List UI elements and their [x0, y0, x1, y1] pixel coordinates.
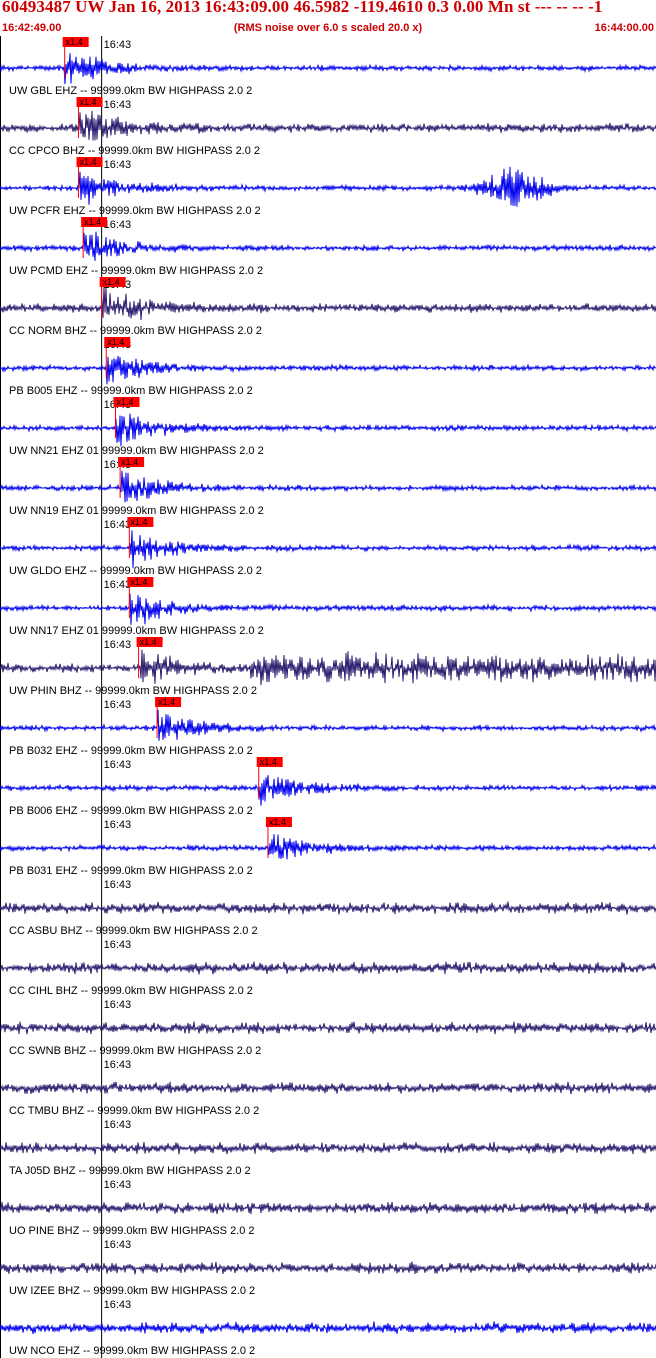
waveform-trace — [0, 1321, 656, 1334]
waveform-trace — [0, 709, 656, 741]
waveform-trace — [0, 649, 656, 686]
pick-label: x1.4 — [260, 757, 277, 767]
trace-label: CC TMBU BHZ -- 99999.0km BW HIGHPASS 2.0… — [9, 1105, 259, 1117]
trace-label: PB B006 EHZ -- 99999.0km BW HIGHPASS 2.0… — [9, 805, 253, 817]
minute-label: 16:43 — [104, 159, 132, 171]
waveform-trace — [0, 355, 656, 385]
waveform-trace — [0, 1021, 656, 1035]
minute-label: 16:43 — [104, 879, 132, 891]
minute-label: 16:43 — [104, 639, 132, 651]
trace-label: UW NCO EHZ -- 99999.0km BW HIGHPASS 2.0 … — [9, 1345, 255, 1357]
waveform-trace — [0, 110, 656, 141]
minute-label: 16:43 — [104, 699, 132, 711]
waveform-trace — [0, 593, 656, 625]
pick-label: x1.4 — [121, 457, 138, 467]
trace-label: UW PCFR EHZ -- 99999.0km BW HIGHPASS 2.0… — [9, 205, 261, 217]
trace-label: CC CPCO BHZ -- 99999.0km BW HIGHPASS 2.0… — [9, 145, 260, 157]
waveform-trace — [0, 775, 656, 806]
minute-label: 16:43 — [104, 1179, 132, 1191]
pick-label: x1.4 — [130, 577, 147, 587]
trace-label: UW PHIN BHZ -- 99999.0km BW HIGHPASS 2.0… — [9, 685, 257, 697]
minute-label: 16:43 — [104, 939, 132, 951]
waveform-trace — [0, 231, 656, 261]
trace-label: CC NORM BHZ -- 99999.0km BW HIGHPASS 2.0… — [9, 325, 262, 337]
trace-label: CC ASBU BHZ -- 99999.0km BW HIGHPASS 2.0… — [9, 925, 258, 937]
pick-label: x1.4 — [80, 97, 97, 107]
minute-label: 16:43 — [104, 999, 132, 1011]
minute-label: 16:43 — [104, 1059, 132, 1071]
waveform-trace — [0, 53, 656, 85]
minute-label: 16:43 — [104, 1239, 132, 1251]
waveform-trace — [0, 1081, 656, 1095]
waveform-trace — [0, 530, 656, 569]
minute-label: 16:43 — [104, 579, 132, 591]
waveform-trace — [0, 1141, 656, 1155]
pick-label: x1.4 — [84, 217, 101, 227]
minute-label: 16:43 — [104, 819, 132, 831]
pick-label: x1.4 — [116, 397, 133, 407]
minute-label: 16:43 — [104, 99, 132, 111]
waveform-trace — [0, 166, 656, 207]
trace-label: PB B005 EHZ -- 99999.0km BW HIGHPASS 2.0… — [9, 385, 253, 397]
waveform-trace — [0, 901, 656, 915]
trace-label: UW IZEE BHZ -- 99999.0km BW HIGHPASS 2.0… — [9, 1285, 255, 1297]
noise-note: (RMS noise over 6.0 s scaled 20.0 x) — [233, 22, 423, 34]
pick-label: x1.4 — [103, 277, 120, 287]
pick-label: x1.4 — [158, 697, 175, 707]
trace-label: TA J05D BHZ -- 99999.0km BW HIGHPASS 2.0… — [9, 1165, 251, 1177]
trace-label: PB B032 EHZ -- 99999.0km BW HIGHPASS 2.0… — [9, 745, 253, 757]
pick-label: x1.4 — [130, 517, 147, 527]
waveform-trace — [0, 413, 656, 447]
trace-label: CC SWNB BHZ -- 99999.0km BW HIGHPASS 2.0… — [9, 1045, 261, 1057]
seismogram-plot: 16:43x1.4UW GBL EHZ -- 99999.0km BW HIGH… — [0, 36, 656, 1358]
end-time: 16:44:00.00 — [594, 22, 654, 34]
trace-label: UW GLDO EHZ -- 99999.0km BW HIGHPASS 2.0… — [9, 565, 262, 577]
trace-label: PB B031 EHZ -- 99999.0km BW HIGHPASS 2.0… — [9, 865, 253, 877]
pick-label: x1.4 — [66, 37, 83, 47]
trace-label: UO PINE BHZ -- 99999.0km BW HIGHPASS 2.0… — [9, 1225, 255, 1237]
minute-label: 16:43 — [104, 759, 132, 771]
header: 60493487 UW Jan 16, 2013 16:43:09.00 46.… — [0, 0, 656, 36]
pick-label: x1.4 — [107, 337, 124, 347]
trace-label: UW NN21 EHZ 01 99999.0km BW HIGHPASS 2.0… — [9, 445, 264, 457]
pick-label: x1.4 — [80, 157, 97, 167]
trace-label: UW NN19 EHZ 01 99999.0km BW HIGHPASS 2.0… — [9, 505, 264, 517]
waveform-trace — [0, 1201, 656, 1215]
pick-label: x1.4 — [269, 817, 286, 827]
waveform-trace — [0, 961, 656, 975]
pick-label: x1.4 — [140, 637, 157, 647]
trace-label: UW GBL EHZ -- 99999.0km BW HIGHPASS 2.0 … — [9, 85, 252, 97]
minute-label: 16:43 — [104, 519, 132, 531]
trace-label: UW PCMD EHZ -- 99999.0km BW HIGHPASS 2.0… — [9, 265, 263, 277]
trace-label: UW NN17 EHZ 01 99999.0km BW HIGHPASS 2.0… — [9, 625, 264, 637]
minute-label: 16:43 — [104, 1119, 132, 1131]
event-title: 60493487 UW Jan 16, 2013 16:43:09.00 46.… — [2, 0, 603, 16]
waveform-trace — [0, 1261, 656, 1275]
minute-label: 16:43 — [104, 39, 132, 51]
minute-label: 16:43 — [104, 1299, 132, 1311]
waveform-trace — [0, 834, 656, 860]
waveform-trace — [0, 470, 656, 503]
trace-label: CC CIHL BHZ -- 99999.0km BW HIGHPASS 2.0… — [9, 985, 253, 997]
minute-label: 16:43 — [104, 219, 132, 231]
waveform-trace — [0, 285, 656, 321]
